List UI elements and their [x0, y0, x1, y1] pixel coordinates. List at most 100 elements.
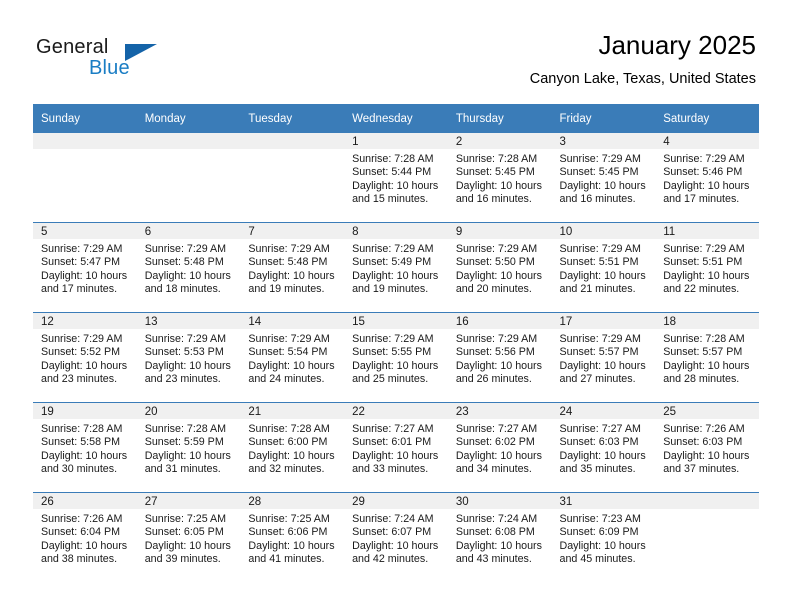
- calendar-day-cell[interactable]: 21 Sunrise: 7:28 AM Sunset: 6:00 PM Dayligh…: [240, 402, 345, 493]
- sunrise-text: Sunrise: 7:24 AM: [352, 513, 434, 525]
- day-details: Sunrise: 7:29 AM Sunset: 5:54 PM Daylight:…: [240, 329, 344, 386]
- day-number: 3: [551, 133, 656, 149]
- day-number: 21: [240, 403, 345, 419]
- daylight-text: Daylight: 10 hours and 45 minutes.: [559, 539, 646, 565]
- sunrise-text: Sunrise: 7:28 AM: [248, 423, 330, 435]
- day-number: 10: [551, 223, 656, 239]
- calendar-day-cell[interactable]: 26 Sunrise: 7:26 AM Sunset: 6:04 PM Dayligh…: [33, 492, 137, 582]
- calendar-table: Sunday Monday Tuesday Wednesday Thursday…: [33, 104, 759, 582]
- calendar-day-cell[interactable]: 8 Sunrise: 7:29 AM Sunset: 5:49 PM Daylight…: [344, 222, 448, 313]
- day-details: [240, 149, 344, 153]
- daylight-text: Daylight: 10 hours and 30 minutes.: [41, 449, 128, 475]
- day-details: Sunrise: 7:25 AM Sunset: 6:06 PM Daylight:…: [240, 509, 344, 566]
- daylight-text: Daylight: 10 hours and 22 minutes.: [663, 269, 750, 295]
- calendar-day-cell[interactable]: 12 Sunrise: 7:29 AM Sunset: 5:52 PM Dayligh…: [33, 312, 137, 403]
- daylight-text: Daylight: 10 hours and 32 minutes.: [248, 449, 335, 475]
- daylight-text: Daylight: 10 hours and 17 minutes.: [663, 179, 750, 205]
- day-number: 31: [551, 493, 656, 509]
- sunrise-text: Sunrise: 7:29 AM: [455, 243, 538, 255]
- calendar-day-cell[interactable]: 1 Sunrise: 7:28 AM Sunset: 5:44 PM Daylight…: [344, 133, 448, 223]
- calendar-body: 1 Sunrise: 7:28 AM Sunset: 5:44 PM Daylight…: [33, 133, 759, 582]
- calendar-page: General Blue January 2025 Canyon Lake, T…: [0, 0, 792, 612]
- sunset-text: Sunset: 6:00 PM: [248, 436, 328, 449]
- calendar-day-cell[interactable]: 17 Sunrise: 7:29 AM Sunset: 5:57 PM Dayligh…: [551, 312, 656, 403]
- calendar-day-cell[interactable]: 5 Sunrise: 7:29 AM Sunset: 5:47 PM Daylight…: [33, 222, 137, 313]
- calendar-week-row: 12 Sunrise: 7:29 AM Sunset: 5:52 PM Dayligh…: [33, 312, 759, 403]
- day-number: 9: [447, 223, 552, 239]
- day-number: 28: [240, 493, 345, 509]
- calendar-day-cell[interactable]: 11 Sunrise: 7:29 AM Sunset: 5:51 PM Dayligh…: [655, 222, 759, 313]
- sunset-text: Sunset: 6:07 PM: [352, 526, 432, 539]
- calendar-week-row: 5 Sunrise: 7:29 AM Sunset: 5:47 PM Daylight…: [33, 222, 759, 313]
- daylight-text: Daylight: 10 hours and 34 minutes.: [455, 449, 542, 475]
- calendar-day-cell[interactable]: 25 Sunrise: 7:26 AM Sunset: 6:03 PM Dayligh…: [655, 402, 759, 493]
- calendar-day-cell[interactable]: 15 Sunrise: 7:29 AM Sunset: 5:55 PM Dayligh…: [344, 312, 448, 403]
- weekday-header-thursday: Thursday: [447, 104, 552, 133]
- day-number: 19: [33, 403, 137, 419]
- calendar-day-cell[interactable]: 31 Sunrise: 7:23 AM Sunset: 6:09 PM Dayligh…: [551, 492, 656, 582]
- sunrise-text: Sunrise: 7:29 AM: [248, 333, 330, 345]
- sunset-text: Sunset: 6:09 PM: [559, 526, 639, 539]
- daylight-text: Daylight: 10 hours and 16 minutes.: [455, 179, 542, 205]
- day-details: Sunrise: 7:29 AM Sunset: 5:51 PM Daylight:…: [552, 239, 656, 296]
- day-number: 16: [447, 313, 552, 329]
- calendar-day-cell[interactable]: 23 Sunrise: 7:27 AM Sunset: 6:02 PM Dayligh…: [447, 402, 552, 493]
- calendar-day-cell[interactable]: 3 Sunrise: 7:29 AM Sunset: 5:45 PM Daylight…: [551, 133, 656, 223]
- page-subtitle: Canyon Lake, Texas, United States: [529, 71, 756, 87]
- calendar-day-cell[interactable]: 30 Sunrise: 7:24 AM Sunset: 6:08 PM Dayligh…: [447, 492, 552, 582]
- sunrise-text: Sunrise: 7:28 AM: [663, 333, 745, 345]
- calendar-day-cell[interactable]: 24 Sunrise: 7:27 AM Sunset: 6:03 PM Dayligh…: [551, 402, 656, 493]
- day-details: Sunrise: 7:29 AM Sunset: 5:53 PM Daylight:…: [137, 329, 241, 386]
- calendar-day-cell[interactable]: 29 Sunrise: 7:24 AM Sunset: 6:07 PM Dayligh…: [344, 492, 448, 582]
- sunrise-text: Sunrise: 7:29 AM: [352, 333, 434, 345]
- calendar-day-cell[interactable]: 22 Sunrise: 7:27 AM Sunset: 6:01 PM Dayligh…: [344, 402, 448, 493]
- daylight-text: Daylight: 10 hours and 26 minutes.: [455, 359, 542, 385]
- day-details: Sunrise: 7:29 AM Sunset: 5:51 PM Daylight:…: [655, 239, 759, 296]
- calendar-day-cell[interactable]: 7 Sunrise: 7:29 AM Sunset: 5:48 PM Daylight…: [240, 222, 345, 313]
- day-number: 29: [344, 493, 448, 509]
- day-number: 13: [136, 313, 241, 329]
- calendar-day-cell[interactable]: 28 Sunrise: 7:25 AM Sunset: 6:06 PM Dayligh…: [240, 492, 345, 582]
- logo-text-blue: Blue: [89, 57, 130, 79]
- calendar-day-cell[interactable]: 16 Sunrise: 7:29 AM Sunset: 5:56 PM Dayligh…: [447, 312, 552, 403]
- day-number: 15: [344, 313, 448, 329]
- weekday-header-friday: Friday: [551, 104, 656, 133]
- calendar-day-cell[interactable]: 10 Sunrise: 7:29 AM Sunset: 5:51 PM Dayligh…: [551, 222, 656, 313]
- calendar-day-cell[interactable]: 2 Sunrise: 7:28 AM Sunset: 5:45 PM Daylight…: [447, 133, 552, 223]
- calendar-day-cell[interactable]: 27 Sunrise: 7:25 AM Sunset: 6:05 PM Dayligh…: [136, 492, 241, 582]
- general-blue-logo[interactable]: General Blue: [36, 36, 157, 80]
- calendar-day-cell[interactable]: 20 Sunrise: 7:28 AM Sunset: 5:59 PM Dayligh…: [136, 402, 241, 493]
- sunrise-text: Sunrise: 7:29 AM: [144, 243, 227, 255]
- sunrise-text: Sunrise: 7:29 AM: [663, 243, 745, 255]
- sunset-text: Sunset: 6:05 PM: [144, 526, 224, 539]
- calendar-day-cell[interactable]: 13 Sunrise: 7:29 AM Sunset: 5:53 PM Dayligh…: [136, 312, 241, 403]
- sunrise-text: Sunrise: 7:29 AM: [144, 333, 227, 345]
- daylight-text: Daylight: 10 hours and 42 minutes.: [352, 539, 439, 565]
- sunrise-text: Sunrise: 7:29 AM: [41, 333, 123, 345]
- sunrise-text: Sunrise: 7:29 AM: [352, 243, 434, 255]
- sunrise-text: Sunrise: 7:29 AM: [455, 333, 538, 345]
- day-number: 20: [136, 403, 241, 419]
- sunrise-text: Sunrise: 7:28 AM: [352, 153, 434, 165]
- day-details: Sunrise: 7:29 AM Sunset: 5:45 PM Daylight:…: [552, 149, 656, 206]
- calendar-day-cell[interactable]: 19 Sunrise: 7:28 AM Sunset: 5:58 PM Dayligh…: [33, 402, 137, 493]
- calendar-day-cell[interactable]: 18 Sunrise: 7:28 AM Sunset: 5:57 PM Dayligh…: [655, 312, 759, 403]
- day-details: Sunrise: 7:28 AM Sunset: 5:45 PM Daylight:…: [448, 149, 552, 206]
- day-details: Sunrise: 7:28 AM Sunset: 5:44 PM Daylight:…: [344, 149, 448, 206]
- day-details: Sunrise: 7:28 AM Sunset: 6:00 PM Daylight:…: [240, 419, 344, 476]
- calendar-day-cell[interactable]: 14 Sunrise: 7:29 AM Sunset: 5:54 PM Dayligh…: [240, 312, 345, 403]
- calendar-day-cell[interactable]: 4 Sunrise: 7:29 AM Sunset: 5:46 PM Daylight…: [655, 133, 759, 223]
- sunrise-text: Sunrise: 7:29 AM: [248, 243, 330, 255]
- daylight-text: Daylight: 10 hours and 43 minutes.: [455, 539, 542, 565]
- day-details: Sunrise: 7:29 AM Sunset: 5:52 PM Daylight:…: [33, 329, 137, 386]
- day-number: 11: [655, 223, 759, 239]
- weekday-header-wednesday: Wednesday: [344, 104, 448, 133]
- day-number: 23: [447, 403, 552, 419]
- sunset-text: Sunset: 5:52 PM: [41, 346, 121, 359]
- calendar-day-cell[interactable]: 9 Sunrise: 7:29 AM Sunset: 5:50 PM Daylight…: [447, 222, 552, 313]
- sunrise-text: Sunrise: 7:27 AM: [455, 423, 538, 435]
- calendar-day-cell[interactable]: 6 Sunrise: 7:29 AM Sunset: 5:48 PM Daylight…: [136, 222, 241, 313]
- day-number: 14: [240, 313, 345, 329]
- day-number: [655, 493, 759, 509]
- sunset-text: Sunset: 5:57 PM: [663, 346, 743, 359]
